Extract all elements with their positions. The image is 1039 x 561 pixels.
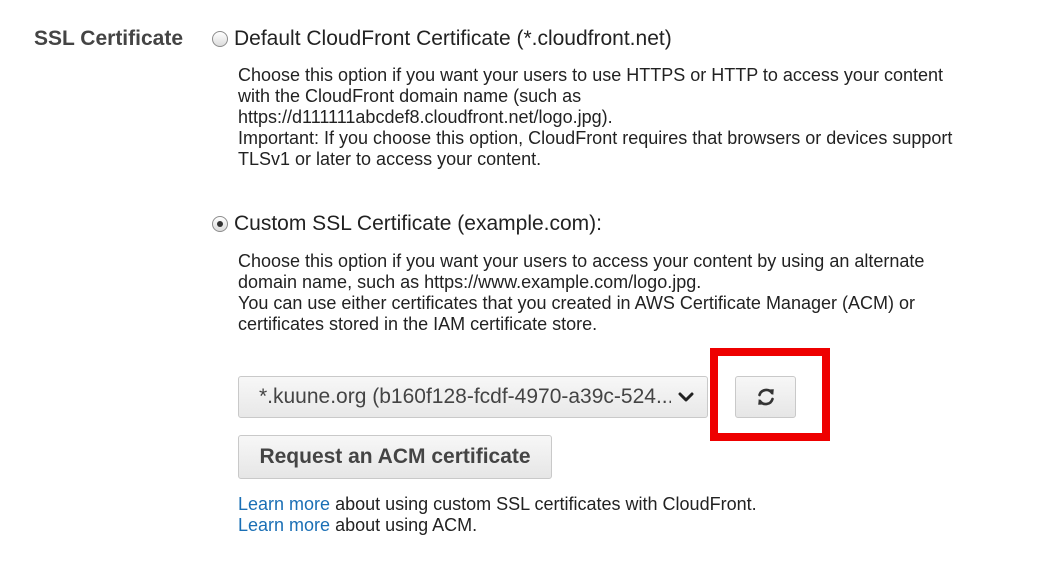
chevron-down-icon	[671, 391, 701, 403]
certificate-select[interactable]: *.kuune.org (b160f128-fcdf-4970-a39c-524…	[238, 376, 708, 418]
description-line: Choose this option if you want your user…	[238, 65, 943, 85]
request-acm-certificate-button[interactable]: Request an ACM certificate	[238, 435, 552, 479]
learn-more-section: Learn more about using custom SSL certif…	[238, 494, 757, 536]
learn-more-text: about using custom SSL certificates with…	[330, 494, 757, 514]
learn-more-link-acm[interactable]: Learn more	[238, 515, 330, 535]
description-line: domain name, such as https://www.example…	[238, 272, 702, 292]
custom-certificate-description: Choose this option if you want your user…	[238, 251, 924, 335]
learn-more-line: Learn more about using ACM.	[238, 515, 757, 536]
default-certificate-radio[interactable]	[212, 31, 228, 47]
learn-more-text: about using ACM.	[330, 515, 478, 535]
highlight-box	[710, 348, 830, 441]
custom-certificate-option[interactable]: Custom SSL Certificate (example.com):	[212, 212, 602, 236]
description-line: TLSv1 or later to access your content.	[238, 149, 542, 169]
ssl-certificate-label: SSL Certificate	[34, 27, 183, 50]
description-line: You can use either certificates that you…	[238, 293, 915, 313]
description-line: certificates stored in the IAM certifica…	[238, 314, 598, 334]
custom-certificate-label[interactable]: Custom SSL Certificate (example.com):	[234, 212, 602, 236]
default-certificate-label[interactable]: Default CloudFront Certificate (*.cloudf…	[234, 27, 672, 51]
custom-certificate-radio[interactable]	[212, 216, 228, 232]
default-certificate-description: Choose this option if you want your user…	[238, 65, 952, 170]
description-line: Choose this option if you want your user…	[238, 251, 925, 271]
default-certificate-option[interactable]: Default CloudFront Certificate (*.cloudf…	[212, 27, 672, 51]
certificate-select-value: *.kuune.org (b160f128-fcdf-4970-a39c-524…	[259, 385, 671, 408]
description-line: with the CloudFront domain name (such as	[238, 86, 582, 106]
description-line: Important: If you choose this option, Cl…	[238, 128, 953, 148]
description-line: https://d111111abcdef8.cloudfront.net/lo…	[238, 107, 613, 127]
learn-more-link-ssl[interactable]: Learn more	[238, 494, 330, 514]
learn-more-line: Learn more about using custom SSL certif…	[238, 494, 757, 515]
